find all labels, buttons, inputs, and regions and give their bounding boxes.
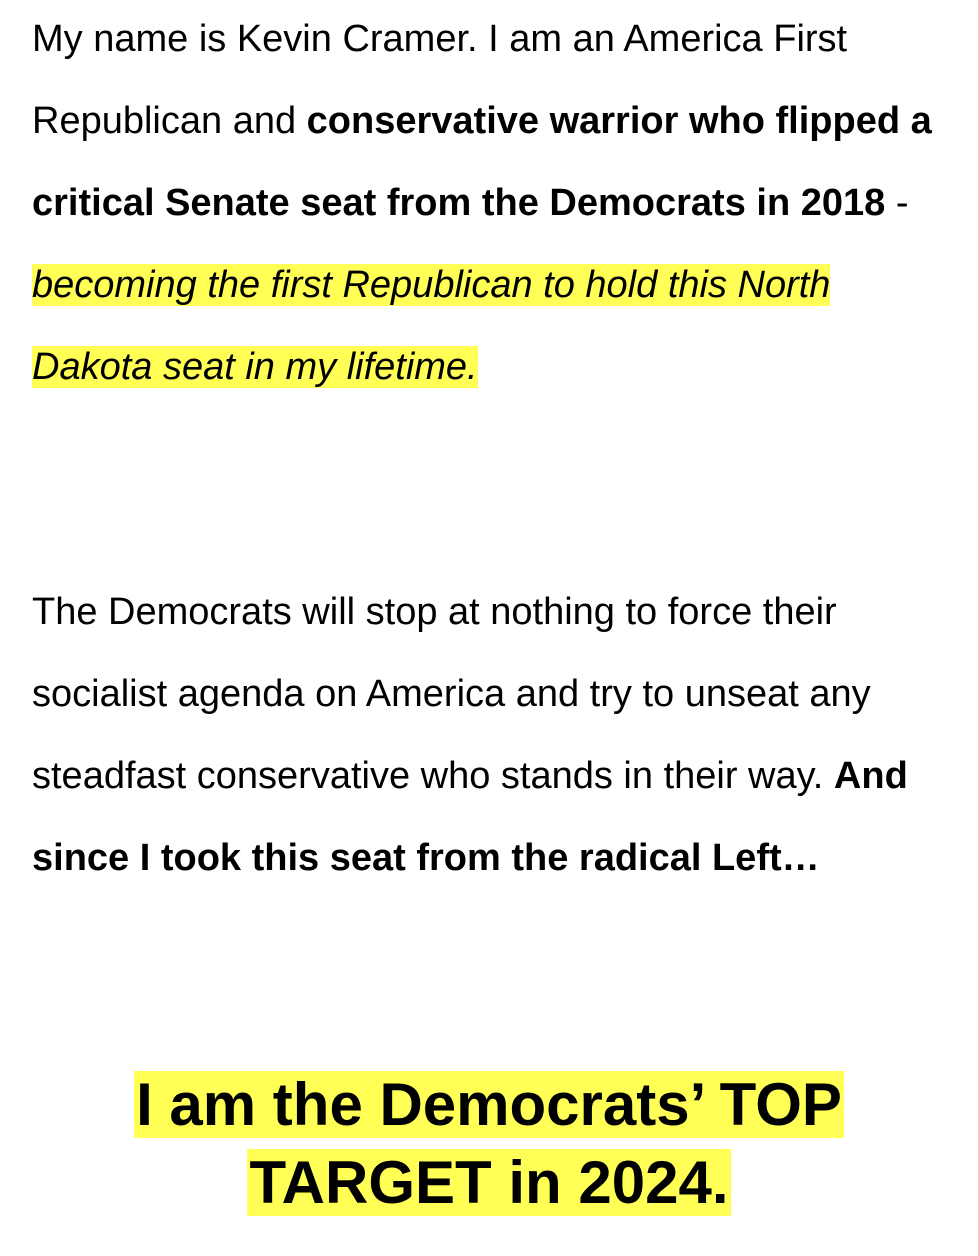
top-target-headline: I am the Democrats’ TOP TARGET in 2024. [0, 1066, 978, 1222]
email-body: My name is Kevin Cramer. I am an America… [0, 0, 978, 1256]
democrats-paragraph: The Democrats will stop at nothing to fo… [32, 571, 952, 899]
dash-text: - [885, 182, 909, 224]
democrats-text: The Democrats will stop at nothing to fo… [32, 591, 871, 797]
headline-line-2: TARGET in 2024. [247, 1149, 731, 1216]
headline-line-1: I am the Democrats’ TOP [134, 1071, 844, 1138]
highlighted-italic-text: becoming the first Republican to hold th… [32, 264, 831, 388]
intro-paragraph: My name is Kevin Cramer. I am an America… [32, 0, 952, 408]
